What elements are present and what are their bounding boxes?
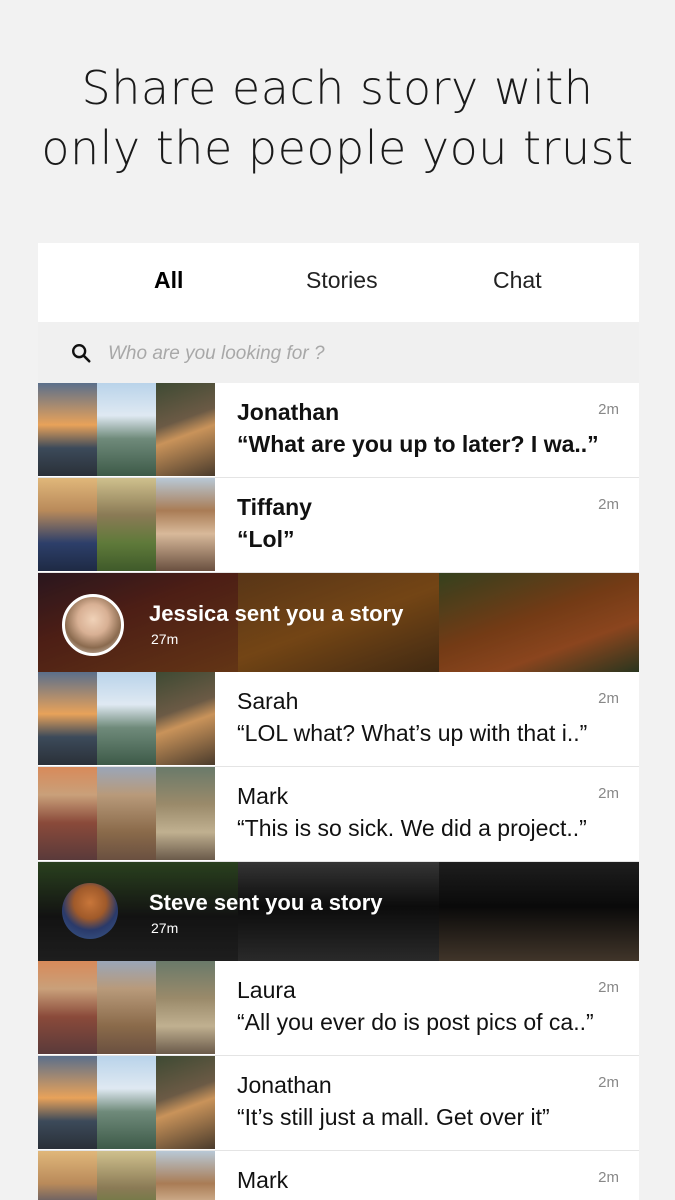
- story-thumbnails: [38, 383, 215, 476]
- thumbnail-image: [38, 961, 97, 1054]
- story-thumbnails: [38, 767, 215, 860]
- app-card: All Stories Chat Jonathan “What are you …: [38, 243, 639, 1200]
- message-preview: “This is so sick. We did a project..”: [237, 815, 587, 841]
- search-bar: [38, 322, 639, 383]
- conversation-row[interactable]: Sarah “LOL what? What’s up with that i..…: [38, 672, 639, 767]
- message-preview: “It’s still just a mall. Get over it”: [237, 1104, 550, 1130]
- thumbnail-image: [156, 1056, 215, 1149]
- contact-name: Jonathan: [237, 1072, 332, 1098]
- thumbnail-image: [97, 767, 156, 860]
- tab-stories[interactable]: Stories: [306, 267, 378, 294]
- avatar: [62, 594, 124, 656]
- conversation-row[interactable]: Mark “This is so sick. We did a project.…: [38, 767, 639, 862]
- thumbnail-image: [97, 1056, 156, 1149]
- story-thumbnails: [38, 961, 215, 1054]
- tab-all[interactable]: All: [154, 267, 183, 294]
- story-thumbnails: [38, 1056, 215, 1149]
- headline-line-2: only the people you trust: [41, 121, 634, 175]
- thumbnail-image: [156, 961, 215, 1054]
- thumbnail-image: [156, 478, 215, 571]
- thumbnail-image: [97, 961, 156, 1054]
- contact-name: Jonathan: [237, 399, 340, 425]
- contact-name: Mark: [237, 783, 289, 809]
- story-banner-title: Jessica sent you a story: [149, 601, 404, 626]
- conversation-list: Jonathan “What are you up to later? I wa…: [38, 383, 639, 1200]
- contact-name: Mark: [237, 1167, 289, 1193]
- thumbnail-image: [156, 1151, 215, 1200]
- timestamp: 27m: [151, 920, 179, 936]
- conversation-row[interactable]: Laura “All you ever do is post pics of c…: [38, 961, 639, 1056]
- contact-name: Sarah: [237, 688, 299, 714]
- thumbnail-image: [97, 478, 156, 571]
- thumbnail-image: [38, 767, 97, 860]
- search-input[interactable]: [106, 338, 610, 370]
- timestamp: 2m: [598, 979, 619, 996]
- conversation-row[interactable]: Jonathan “It’s still just a mall. Get ov…: [38, 1056, 639, 1151]
- contact-name: Laura: [237, 977, 296, 1003]
- story-thumbnails: [38, 1151, 215, 1200]
- timestamp: 2m: [598, 496, 619, 513]
- tab-chat[interactable]: Chat: [493, 267, 542, 294]
- message-preview: “What are you up to later? I wa..”: [237, 431, 599, 457]
- thumbnail-image: [38, 672, 97, 765]
- headline: Share each story with only the people yo…: [0, 58, 675, 178]
- thumbnail-image: [97, 1151, 156, 1200]
- thumbnail-image: [38, 383, 97, 476]
- thumbnail-image: [97, 383, 156, 476]
- story-thumbnails: [38, 478, 215, 571]
- thumbnail-image: [38, 1151, 97, 1200]
- message-preview: “LOL what? What’s up with that i..”: [237, 720, 588, 746]
- thumbnail-image: [156, 672, 215, 765]
- timestamp: 2m: [598, 401, 619, 418]
- search-icon[interactable]: [70, 342, 92, 364]
- conversation-row[interactable]: Mark 2m: [38, 1151, 639, 1200]
- thumbnail-image: [38, 478, 97, 571]
- tab-bar: All Stories Chat: [38, 243, 639, 322]
- timestamp: 2m: [598, 1074, 619, 1091]
- story-banner-title: Steve sent you a story: [149, 890, 383, 915]
- timestamp: 2m: [598, 690, 619, 707]
- story-banner[interactable]: Steve sent you a story 27m: [38, 862, 639, 961]
- timestamp: 2m: [598, 785, 619, 802]
- conversation-row[interactable]: Jonathan “What are you up to later? I wa…: [38, 383, 639, 478]
- story-banner[interactable]: Jessica sent you a story 27m: [38, 573, 639, 672]
- timestamp: 27m: [151, 631, 179, 647]
- thumbnail-image: [156, 383, 215, 476]
- headline-line-1: Share each story with: [81, 61, 594, 115]
- timestamp: 2m: [598, 1169, 619, 1186]
- story-thumbnails: [38, 672, 215, 765]
- contact-name: Tiffany: [237, 494, 312, 520]
- thumbnail-image: [156, 767, 215, 860]
- avatar: [62, 883, 118, 939]
- message-preview: “All you ever do is post pics of ca..”: [237, 1009, 594, 1035]
- conversation-row[interactable]: Tiffany “Lol” 2m: [38, 478, 639, 573]
- thumbnail-image: [38, 1056, 97, 1149]
- thumbnail-image: [97, 672, 156, 765]
- message-preview: “Lol”: [237, 526, 295, 552]
